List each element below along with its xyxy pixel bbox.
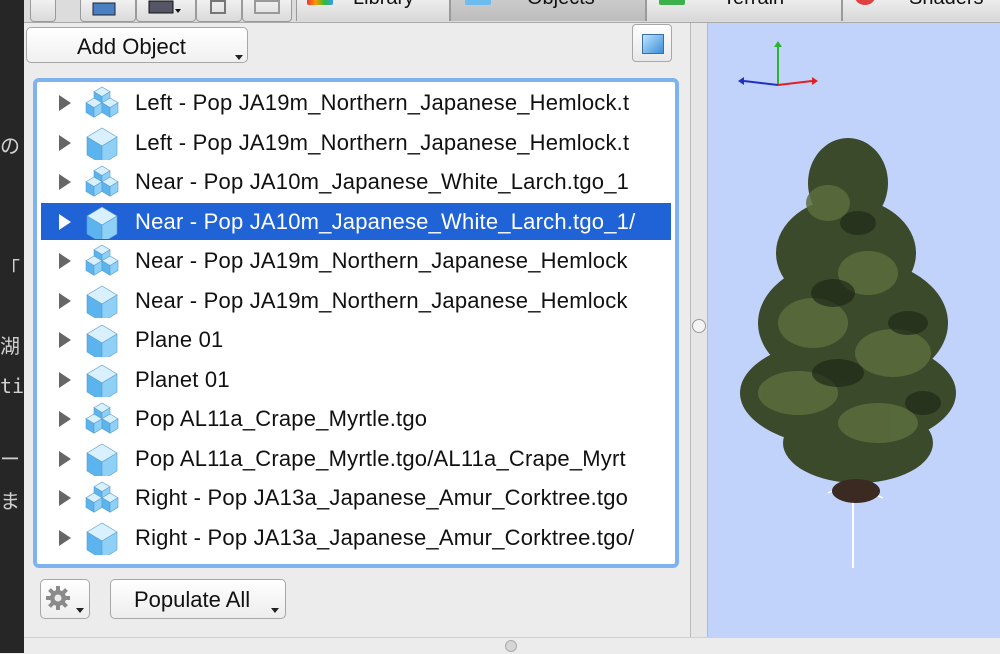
tab-library-label: Library [353, 0, 414, 10]
tree-row-label: Left - Pop JA19m_Northern_Japanese_Hemlo… [135, 90, 630, 115]
single-cube-icon [86, 364, 118, 397]
single-cube-icon [86, 285, 118, 318]
grouped-cubes-icon [85, 481, 119, 513]
settings-button[interactable] [40, 579, 90, 619]
disclosure-triangle-icon[interactable] [59, 95, 71, 111]
disclosure-triangle-icon[interactable] [59, 332, 71, 348]
splitter-handle[interactable] [692, 319, 706, 333]
single-cube-icon [86, 443, 118, 476]
add-object-button[interactable]: Add Object [26, 27, 248, 63]
single-cube-icon [86, 127, 118, 160]
tree-row[interactable]: Pop AL11a_Crape_Myrtle.tgo [41, 400, 671, 437]
editor-text-fragment: の [0, 134, 20, 158]
tree-row-label: Near - Pop JA19m_Northern_Japanese_Hemlo… [135, 248, 628, 273]
editor-text-fragment: ti [0, 374, 24, 398]
disclosure-triangle-icon[interactable] [59, 134, 71, 151]
tab-shaders-label: Shaders [909, 0, 984, 10]
tab-terrain-label: Terrain [723, 0, 784, 10]
top-toolbar: Library Objects Terrain Shaders [24, 0, 1000, 23]
single-cube-icon [86, 522, 118, 555]
shader-sphere-icon [855, 0, 875, 5]
toolbar-open-button[interactable] [80, 0, 136, 22]
tree-row[interactable]: Right - Pop JA13a_Japanese_Amur_Corktree… [41, 519, 671, 556]
tree-row[interactable]: Left - Pop JA19m_Northern_Japanese_Hemlo… [41, 124, 671, 161]
monitor-icon [148, 0, 181, 14]
dropdown-arrow-icon [76, 608, 84, 613]
tree-row-label: Planet 01 [135, 366, 230, 392]
editor-text-fragment: 「 [0, 257, 20, 281]
tab-objects-label: Objects [527, 0, 595, 10]
disclosure-triangle-icon[interactable] [59, 253, 71, 269]
disclosure-triangle-icon[interactable] [59, 292, 71, 309]
editor-text-fragment: ま [0, 489, 20, 513]
tree-row[interactable]: Plane 01 [41, 321, 671, 358]
tree-row[interactable]: Near - Pop JA10m_Japanese_White_Larch.tg… [41, 202, 671, 240]
disclosure-triangle-icon[interactable] [59, 490, 71, 506]
disclosure-triangle-icon[interactable] [59, 450, 71, 467]
tab-library[interactable]: Library [296, 0, 450, 21]
tree-row-label: Near - Pop JA19m_Northern_Japanese_Hemlo… [135, 287, 628, 313]
tree-row-label: Near - Pop JA10m_Japanese_White_Larch.tg… [135, 169, 630, 194]
grouped-cubes-icon [85, 244, 119, 276]
tree-row-label: Pop AL11a_Crape_Myrtle.tgo/AL11a_Crape_M… [135, 445, 626, 471]
objects-panel: Add Object Left - Pop JA19m_Northern_Jap… [24, 23, 690, 637]
tree-row-label: Near - Pop JA10m_Japanese_White_Larch.tg… [135, 208, 636, 234]
disclosure-triangle-icon[interactable] [59, 411, 71, 427]
tree-row[interactable]: Near - Pop JA19m_Northern_Japanese_Hemlo… [41, 282, 671, 319]
toolbar-render-button[interactable] [136, 0, 196, 22]
tree-row-label: Pop AL11a_Crape_Myrtle.tgo [135, 406, 428, 431]
grouped-cubes-icon [85, 165, 119, 197]
toolbar-checkbox-button[interactable] [30, 0, 56, 22]
tree-row-label: Left - Pop JA19m_Northern_Japanese_Hemlo… [135, 129, 630, 155]
tab-objects[interactable]: Objects [450, 0, 646, 21]
gear-icon [46, 586, 70, 610]
add-object-label: Add Object [77, 34, 186, 59]
disclosure-triangle-icon[interactable] [59, 529, 71, 546]
editor-text-fragment: ー [0, 447, 20, 471]
disclosure-triangle-icon[interactable] [59, 174, 71, 190]
library-icon [307, 0, 333, 5]
bottom-resize-handle[interactable] [505, 640, 517, 652]
tree-model-preview [740, 138, 956, 568]
object-tree-list[interactable]: Left - Pop JA19m_Northern_Japanese_Hemlo… [33, 78, 679, 568]
populate-all-label: Populate All [134, 587, 251, 612]
dropdown-arrow-icon [271, 608, 279, 613]
single-cube-icon [86, 324, 118, 357]
tree-row-label: Right - Pop JA13a_Japanese_Amur_Corktree… [135, 485, 629, 510]
populate-all-button[interactable]: Populate All [110, 579, 286, 619]
disclosure-triangle-icon[interactable] [59, 213, 71, 230]
tree-row[interactable]: Right - Pop JA13a_Japanese_Amur_Corktree… [41, 479, 671, 516]
tab-shaders[interactable]: Shaders [842, 0, 1000, 21]
toolbar-3d-button[interactable] [242, 0, 292, 22]
3d-preview-viewport[interactable] [708, 23, 1000, 637]
tree-row[interactable]: Planet 01 [41, 361, 671, 398]
panel-splitter[interactable] [690, 23, 708, 637]
tree-row-label: Plane 01 [135, 327, 224, 352]
background-editor-strip: の 「 湖 ti ー ま [0, 0, 24, 653]
tab-terrain[interactable]: Terrain [646, 0, 842, 21]
panel-view-icon [642, 34, 664, 54]
tree-row[interactable]: Pop AL11a_Crape_Myrtle.tgo/AL11a_Crape_M… [41, 440, 671, 477]
tree-row[interactable]: Near - Pop JA19m_Northern_Japanese_Hemlo… [41, 242, 671, 279]
tree-row[interactable]: Left - Pop JA19m_Northern_Japanese_Hemlo… [41, 84, 671, 121]
disclosure-triangle-icon[interactable] [59, 371, 71, 388]
tree-row[interactable]: Near - Pop JA10m_Japanese_White_Larch.tg… [41, 163, 671, 200]
single-cube-icon [86, 206, 118, 239]
cube-icon [465, 0, 491, 5]
terrain-icon [659, 0, 685, 5]
3d-view-icon [254, 0, 280, 14]
toolbar-tool-button[interactable] [196, 0, 242, 22]
grouped-cubes-icon [85, 86, 119, 118]
view-toggle-button[interactable] [632, 24, 672, 62]
dropdown-arrow-icon [235, 55, 243, 60]
tree-row-label: Right - Pop JA13a_Japanese_Amur_Corktree… [135, 524, 635, 550]
editor-text-fragment: 湖 [0, 334, 20, 358]
grouped-cubes-icon [85, 402, 119, 434]
folder-icon [92, 2, 116, 16]
hand-tool-icon [210, 0, 226, 14]
bottom-status-strip [24, 637, 1000, 654]
